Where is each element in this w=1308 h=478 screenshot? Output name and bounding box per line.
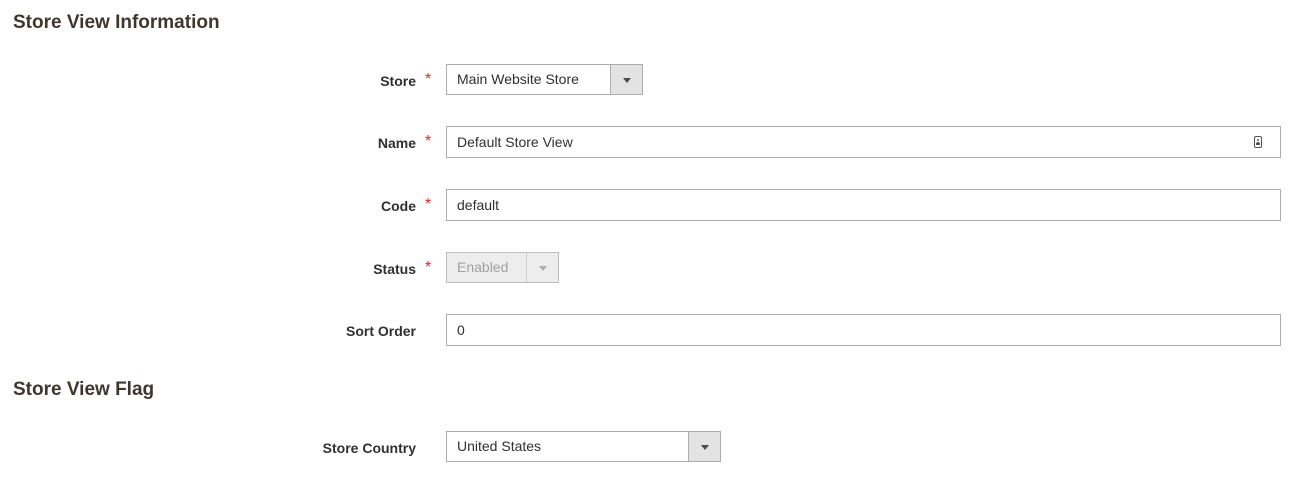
chevron-down-icon[interactable]	[610, 65, 642, 94]
store-select[interactable]: Main Website Store	[446, 64, 643, 95]
store-country-select[interactable]: United States	[446, 431, 721, 462]
status-field-row: Status * Enabled	[0, 252, 1308, 286]
store-country-field-row: Store Country United States	[0, 431, 1308, 465]
store-label: Store	[380, 73, 416, 89]
store-country-label: Store Country	[322, 440, 416, 456]
name-field-row: Name * Default Store View	[0, 126, 1308, 160]
sort-order-input-value: 0	[457, 322, 465, 338]
section-title-store-view-flag: Store View Flag	[13, 379, 155, 400]
store-view-form: Store View Information Store * Main Webs…	[0, 0, 1308, 478]
store-field-row: Store * Main Website Store	[0, 64, 1308, 98]
contact-card-icon[interactable]	[1254, 136, 1262, 148]
name-input[interactable]: Default Store View	[446, 126, 1281, 158]
code-input[interactable]: default	[446, 189, 1281, 221]
store-select-value: Main Website Store	[457, 71, 579, 87]
sort-order-input[interactable]: 0	[446, 314, 1281, 346]
required-indicator: *	[425, 259, 432, 276]
code-field-row: Code * default	[0, 189, 1308, 223]
required-indicator: *	[425, 71, 432, 88]
code-input-value: default	[457, 197, 500, 213]
required-indicator: *	[425, 196, 432, 213]
status-select: Enabled	[446, 252, 559, 283]
sort-order-field-row: Sort Order 0	[0, 314, 1308, 348]
status-select-value: Enabled	[457, 259, 509, 275]
section-title-store-view-information: Store View Information	[13, 12, 220, 33]
name-label: Name	[377, 135, 416, 151]
sort-order-label: Sort Order	[345, 323, 416, 339]
name-input-value: Default Store View	[457, 134, 573, 150]
code-label: Code	[381, 198, 416, 214]
required-indicator: *	[425, 133, 432, 150]
chevron-down-icon[interactable]	[688, 432, 720, 461]
store-country-select-value: United States	[457, 438, 542, 454]
status-label: Status	[373, 261, 416, 277]
chevron-down-icon	[526, 253, 558, 282]
